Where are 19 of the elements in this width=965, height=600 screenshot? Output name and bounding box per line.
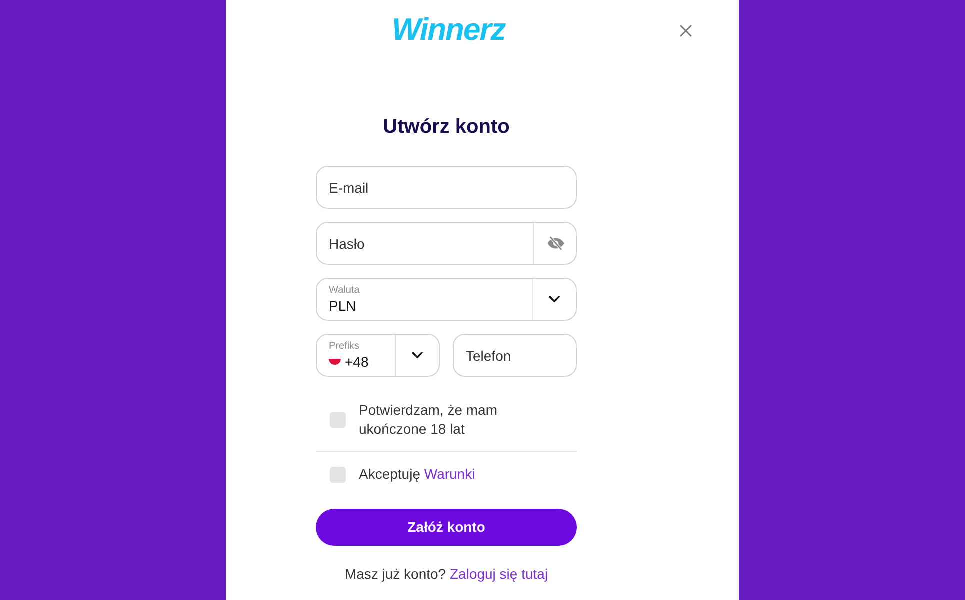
checkbox-label: Potwierdzam, że mam ukończone 18 lat: [359, 401, 498, 439]
currency-select[interactable]: Waluta PLN: [316, 278, 577, 321]
eye-slash-icon[interactable]: [547, 236, 565, 251]
phone-field[interactable]: Telefon: [453, 334, 577, 377]
prefix-select[interactable]: Prefiks +48: [316, 334, 440, 377]
close-icon[interactable]: [680, 25, 692, 37]
checkbox-label: Akceptuję Warunki: [359, 465, 476, 484]
chevron-down-icon[interactable]: [412, 352, 423, 359]
email-field[interactable]: E-mail: [316, 166, 577, 209]
chevron-down-icon[interactable]: [549, 296, 560, 303]
form-title: Utwórz konto: [382, 115, 511, 140]
login-link[interactable]: Zaloguj się tutaj: [450, 566, 548, 582]
create-account-button[interactable]: Załóż konto: [316, 509, 577, 546]
checkbox[interactable]: [330, 412, 346, 428]
login-prompt: Masz już konto? Zaloguj się tutaj: [344, 565, 550, 584]
flag-icon: [329, 358, 341, 364]
password-field[interactable]: Hasło: [316, 222, 577, 265]
terms-link[interactable]: Warunki: [424, 466, 476, 482]
checkbox[interactable]: [330, 466, 346, 482]
